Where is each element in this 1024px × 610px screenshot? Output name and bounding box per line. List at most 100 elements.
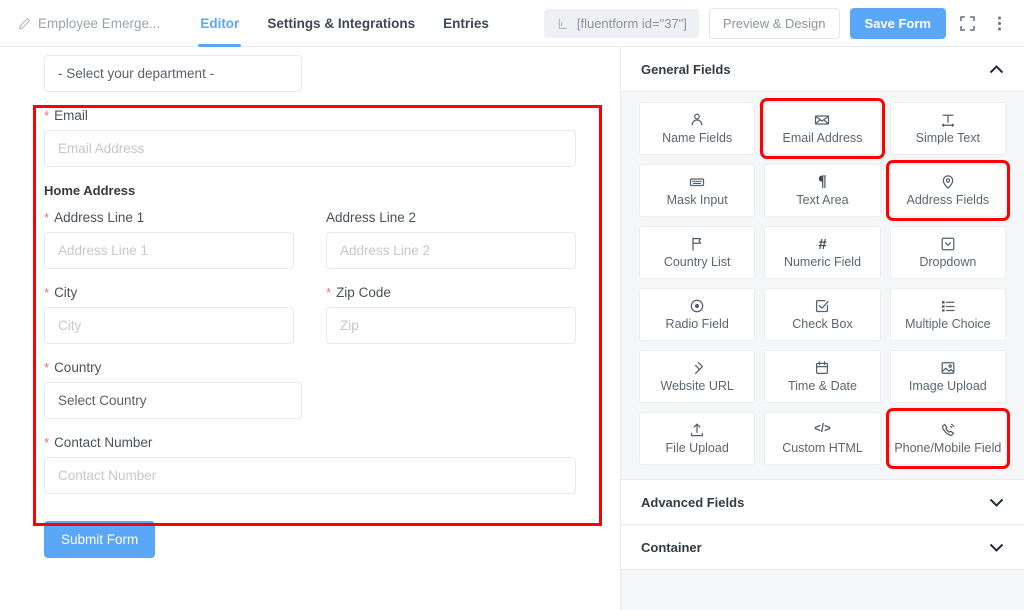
field-card-label: Check Box	[792, 317, 853, 331]
panel-general-fields-header[interactable]: General Fields	[621, 47, 1024, 91]
contact-number-input[interactable]: Contact Number	[44, 457, 576, 494]
field-card-label: Radio Field	[665, 317, 729, 331]
zip-code-label-text: Zip Code	[336, 285, 391, 300]
field-card-label: Country List	[663, 255, 731, 269]
tab-entries[interactable]: Entries	[429, 0, 503, 47]
field-card-multiple-choice[interactable]: Multiple Choice	[889, 288, 1006, 341]
field-card-phone-mobile-field[interactable]: Phone/Mobile Field	[885, 408, 1011, 469]
editor-tabs: Editor Settings & Integrations Entries	[186, 0, 503, 47]
vertical-dots-icon[interactable]	[988, 12, 1010, 34]
shortcode-display[interactable]: [fluentform id="37"]	[543, 8, 699, 38]
form-title-text: Employee Emerge...	[38, 15, 161, 31]
field-card-address-fields[interactable]: Address Fields	[885, 160, 1011, 221]
field-card-label: Website URL	[660, 379, 734, 393]
field-card-custom-html[interactable]: </> Custom HTML	[764, 412, 881, 465]
hash-icon: #	[818, 235, 827, 253]
dropdown-icon	[940, 236, 956, 252]
tab-settings-integrations[interactable]: Settings & Integrations	[253, 0, 429, 47]
field-card-name-fields[interactable]: Name Fields	[639, 102, 756, 155]
field-card-mask-input[interactable]: Mask Input	[639, 164, 756, 217]
map-pin-icon	[940, 174, 956, 190]
field-email: * Email Email Address	[44, 108, 576, 167]
field-card-country-list[interactable]: Country List	[639, 226, 756, 279]
field-card-label: Address Fields	[906, 193, 990, 207]
app-header: Employee Emerge... Editor Settings & Int…	[0, 0, 1024, 47]
tab-entries-label: Entries	[443, 15, 489, 31]
tab-settings-label: Settings & Integrations	[267, 15, 416, 31]
field-card-image-upload[interactable]: Image Upload	[889, 350, 1006, 403]
shortcode-text: [fluentform id="37"]	[576, 15, 687, 31]
city-input[interactable]: City	[44, 307, 294, 344]
field-card-label: Numeric Field	[783, 255, 862, 269]
panel-advanced-fields: Advanced Fields	[621, 480, 1024, 525]
field-card-check-box[interactable]: Check Box	[764, 288, 881, 341]
general-fields-grid: Name Fields Email Address Simple Text Mask …	[621, 92, 1024, 479]
pencil-icon	[18, 17, 31, 30]
home-address-section-title: Home Address	[44, 183, 136, 198]
city-zip-row: * City City * Zip Code Zip	[44, 285, 576, 344]
envelope-icon	[814, 112, 830, 128]
field-card-label: Text Area	[796, 193, 849, 207]
link-icon	[689, 360, 705, 376]
zip-code-input[interactable]: Zip	[326, 307, 576, 344]
panel-container-header[interactable]: Container	[621, 525, 1024, 569]
flag-icon	[689, 236, 705, 252]
field-card-label: Image Upload	[908, 379, 987, 393]
chevron-up-icon[interactable]	[989, 64, 1004, 74]
radio-icon	[689, 298, 705, 314]
country-label: * Country	[44, 360, 576, 375]
country-label-text: Country	[54, 360, 102, 375]
email-label: * Email	[44, 108, 576, 123]
field-department[interactable]: - Select your department -	[44, 55, 576, 92]
country-select[interactable]: Select Country	[44, 382, 302, 419]
city-label-text: City	[54, 285, 78, 300]
form-preview-canvas: - Select your department - * Email Email…	[0, 47, 620, 610]
form-title[interactable]: Employee Emerge...	[18, 16, 160, 31]
address-line-2-label-text: Address Line 2	[326, 210, 417, 225]
field-card-radio-field[interactable]: Radio Field	[639, 288, 756, 341]
required-marker: *	[44, 360, 50, 375]
field-card-file-upload[interactable]: File Upload	[639, 412, 756, 465]
field-card-time-date[interactable]: Time & Date	[764, 350, 881, 403]
field-card-numeric-field[interactable]: # Numeric Field	[764, 226, 881, 279]
address-line-2-input[interactable]: Address Line 2	[326, 232, 576, 269]
panel-general-fields-title: General Fields	[641, 61, 731, 77]
checkbox-icon	[814, 298, 830, 314]
field-card-label: File Upload	[665, 441, 729, 455]
field-card-text-area[interactable]: ¶ Text Area	[764, 164, 881, 217]
panel-advanced-fields-header[interactable]: Advanced Fields	[621, 480, 1024, 524]
field-card-simple-text[interactable]: Simple Text	[889, 102, 1006, 155]
calendar-icon	[814, 360, 830, 376]
tab-editor[interactable]: Editor	[186, 0, 253, 47]
panel-container-title: Container	[641, 539, 702, 555]
shortcode-bracket-icon	[556, 17, 569, 30]
email-input[interactable]: Email Address	[44, 130, 576, 167]
preview-design-button[interactable]: Preview & Design	[708, 7, 840, 39]
user-icon	[689, 112, 705, 128]
field-address-line-2: Address Line 2 Address Line 2	[326, 210, 576, 269]
chevron-down-icon[interactable]	[989, 543, 1004, 552]
panel-general-fields: General Fields	[621, 47, 1024, 92]
save-form-button[interactable]: Save Form	[849, 7, 946, 39]
field-card-website-url[interactable]: Website URL	[639, 350, 756, 403]
fields-sidebar: General Fields Name Fields Email Address S…	[620, 47, 1024, 610]
address-lines-row: * Address Line 1 Address Line 1 Address …	[44, 210, 576, 269]
tab-editor-label: Editor	[200, 15, 240, 31]
zip-code-label: * Zip Code	[326, 285, 576, 300]
department-select[interactable]: - Select your department -	[44, 55, 302, 92]
field-card-label: Mask Input	[666, 193, 728, 207]
field-card-dropdown[interactable]: Dropdown	[889, 226, 1006, 279]
field-card-email-address[interactable]: Email Address	[760, 98, 885, 159]
email-label-text: Email	[54, 108, 88, 123]
field-card-label: Dropdown	[919, 255, 977, 269]
image-icon	[940, 360, 956, 376]
address-line-1-input[interactable]: Address Line 1	[44, 232, 294, 269]
fullscreen-icon[interactable]	[956, 12, 978, 34]
header-actions: [fluentform id="37"] Preview & Design Sa…	[543, 7, 1024, 39]
code-icon: </>	[814, 423, 831, 436]
address-line-2-label: Address Line 2	[326, 210, 576, 225]
keyboard-icon	[689, 174, 705, 190]
chevron-down-icon[interactable]	[989, 498, 1004, 507]
submit-form-button[interactable]: Submit Form	[44, 521, 156, 558]
field-zip-code: * Zip Code Zip	[326, 285, 576, 344]
